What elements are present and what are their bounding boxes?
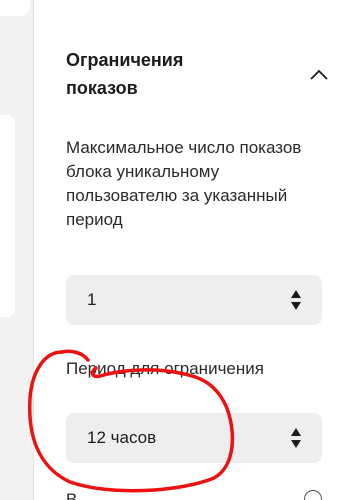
period-value: 12 часов	[87, 428, 157, 447]
question-circle-icon[interactable]	[304, 490, 322, 500]
period-select[interactable]: 12 часов	[66, 413, 322, 463]
up-down-arrows-icon	[291, 428, 301, 448]
settings-screen: Ограничения показов Максимальное число п…	[0, 0, 342, 500]
max-impressions-select[interactable]: 1	[66, 275, 322, 325]
next-field-label: В	[66, 490, 78, 500]
period-label: Период для ограничения	[66, 359, 264, 378]
up-down-arrows-icon	[291, 290, 301, 310]
max-impressions-value: 1	[87, 290, 97, 309]
max-impressions-label: Максимальное число показов блока уникаль…	[66, 138, 302, 229]
collapse-button[interactable]	[306, 64, 332, 84]
background-card-top	[0, 0, 30, 16]
next-field-row: В	[66, 490, 322, 500]
background-card	[0, 115, 15, 317]
chevron-up-icon	[310, 69, 328, 80]
section-title: Ограничения показов	[66, 50, 184, 98]
